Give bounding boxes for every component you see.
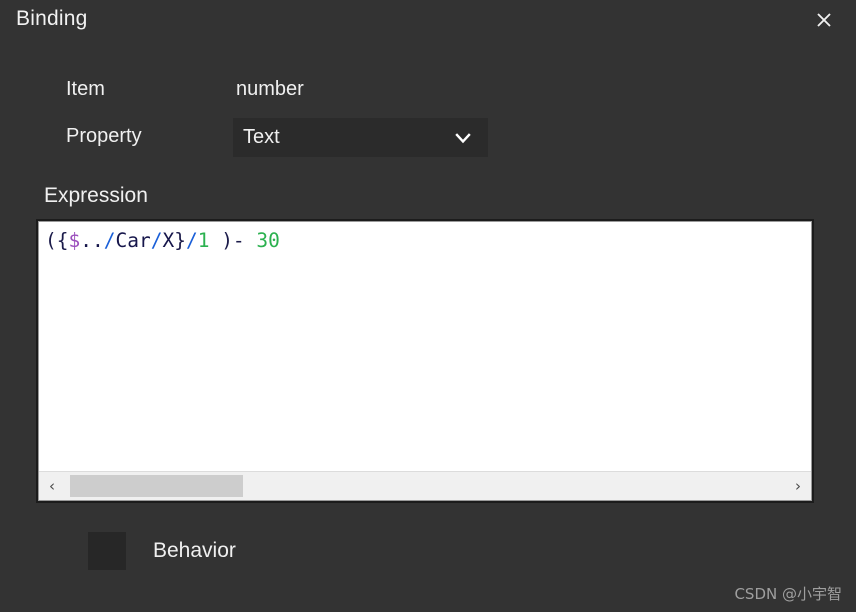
scroll-right-arrow-icon[interactable]: › xyxy=(785,472,811,500)
scroll-left-arrow-icon[interactable]: ‹ xyxy=(39,472,65,500)
chevron-down-icon xyxy=(454,129,472,147)
expression-token-1: $ xyxy=(68,229,81,252)
expression-token-8: / xyxy=(185,229,198,252)
property-dropdown[interactable]: Text xyxy=(233,118,488,157)
behavior-label: Behavior xyxy=(153,539,236,562)
expression-token-10: )- xyxy=(209,229,257,252)
expression-token-3: / xyxy=(103,229,116,252)
expression-label: Expression xyxy=(44,184,148,207)
item-row: Item number xyxy=(0,78,856,112)
expression-token-11: 30 xyxy=(256,229,280,252)
close-icon[interactable] xyxy=(806,4,842,36)
item-value: number xyxy=(236,78,304,100)
property-dropdown-value: Text xyxy=(243,126,280,148)
expression-token-5: / xyxy=(150,229,163,252)
watermark: CSDN @小宇智 xyxy=(734,585,842,603)
expression-editor[interactable]: ({$../Car/X}/1 )- 30 ‹ › xyxy=(38,221,812,501)
item-label: Item xyxy=(66,78,105,100)
property-label: Property xyxy=(66,125,142,147)
scrollbar-thumb[interactable] xyxy=(70,475,243,497)
behavior-checkbox[interactable] xyxy=(88,532,126,570)
expression-token-7: } xyxy=(174,229,186,252)
page-title: Binding xyxy=(16,7,88,30)
horizontal-scrollbar[interactable]: ‹ › xyxy=(39,471,811,500)
expression-text[interactable]: ({$../Car/X}/1 )- 30 xyxy=(45,228,805,254)
behavior-row: Behavior xyxy=(88,531,236,571)
expression-token-4: Car xyxy=(115,229,151,252)
dialog-titlebar: Binding xyxy=(0,0,856,44)
expression-token-9: 1 xyxy=(197,229,210,252)
expression-token-6: X xyxy=(162,229,175,252)
expression-token-2: .. xyxy=(80,229,104,252)
expression-token-0: ({ xyxy=(45,229,69,252)
